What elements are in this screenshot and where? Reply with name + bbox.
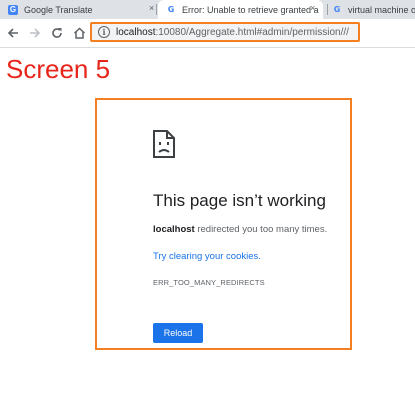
- tab-google-translate[interactable]: G Google Translate: [8, 0, 148, 19]
- tab-title: Google Translate: [24, 4, 93, 15]
- back-arrow-icon[interactable]: [5, 25, 21, 41]
- url-host: localhost: [116, 26, 156, 38]
- url-path: :10080/Aggregate.html#admin/permission//…: [155, 26, 349, 38]
- tab-separator: [156, 4, 157, 15]
- error-host: localhost: [153, 224, 195, 235]
- google-g-icon: G: [167, 5, 175, 14]
- close-tab-icon[interactable]: ×: [310, 3, 315, 13]
- google-g-icon: G: [333, 5, 341, 14]
- home-icon[interactable]: [71, 25, 87, 41]
- tab-error[interactable]: G Error: Unable to retrieve granted a: [158, 0, 323, 19]
- tab-title: virtual machine odk a: [348, 4, 415, 15]
- url-text: localhost:10080/Aggregate.html#admin/per…: [116, 27, 349, 38]
- error-page-highlight: This page isn’t working localhost redire…: [95, 98, 352, 350]
- tab-strip: G Google Translate × G Error: Unable to …: [0, 0, 415, 19]
- error-code: ERR_TOO_MANY_REDIRECTS: [153, 278, 265, 287]
- error-description: localhost redirected you too many times.: [153, 224, 327, 235]
- annotation-label: Screen 5: [6, 54, 111, 84]
- reload-button[interactable]: Reload: [153, 323, 203, 343]
- tab-title: Error: Unable to retrieve granted a: [182, 4, 319, 15]
- forward-arrow-icon[interactable]: [27, 25, 43, 41]
- google-translate-icon: G: [8, 4, 18, 15]
- sad-page-icon: [153, 130, 175, 158]
- tab-separator: [327, 4, 328, 15]
- browser-toolbar: i localhost:10080/Aggregate.html#admin/p…: [0, 19, 415, 48]
- info-icon[interactable]: i: [98, 26, 110, 38]
- error-title: This page isn’t working: [153, 191, 326, 210]
- tab-virtual-machine[interactable]: G virtual machine odk a: [332, 0, 415, 19]
- clear-cookies-link[interactable]: Try clearing your cookies.: [153, 251, 261, 262]
- close-tab-icon[interactable]: ×: [149, 3, 154, 13]
- reload-icon[interactable]: [49, 25, 65, 41]
- address-bar[interactable]: i localhost:10080/Aggregate.html#admin/p…: [90, 22, 360, 42]
- error-description-text: redirected you too many times.: [194, 224, 328, 235]
